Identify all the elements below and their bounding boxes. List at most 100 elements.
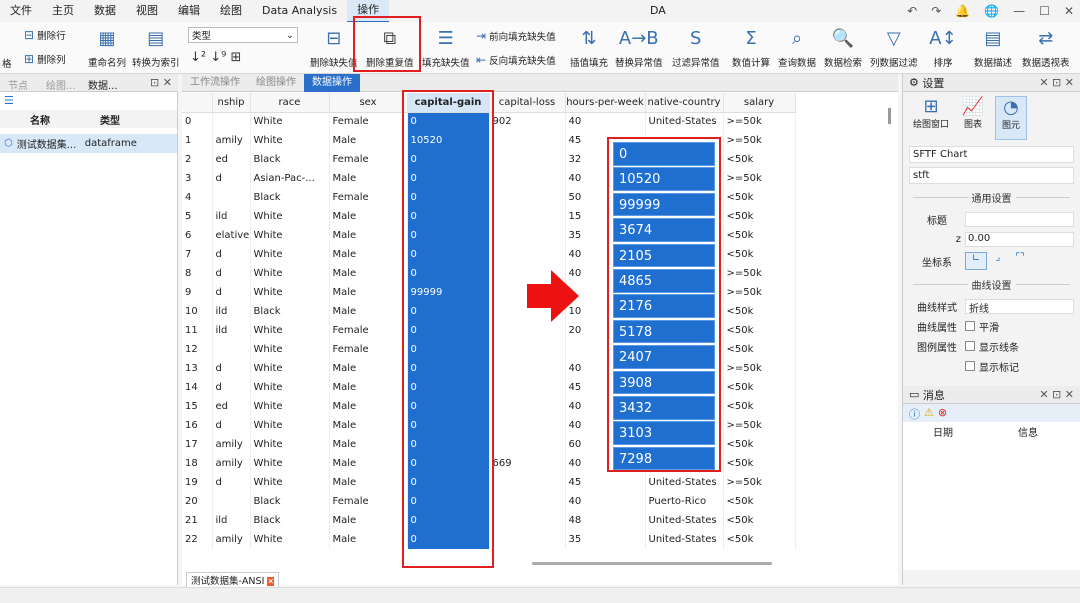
table-cell[interactable]: <50k xyxy=(723,302,796,321)
table-cell[interactable]: White xyxy=(250,359,330,378)
table-cell[interactable] xyxy=(489,473,566,492)
forward-fill-button[interactable]: ⇥ 前向填充缺失值 xyxy=(476,29,556,43)
tab-plot-ops[interactable]: 绘图操作 xyxy=(248,74,304,92)
maximize-icon[interactable]: ☐ xyxy=(1039,0,1050,22)
table-cell[interactable]: amily xyxy=(212,530,251,549)
menu-data-analysis[interactable]: Data Analysis xyxy=(252,0,347,22)
table-cell[interactable]: White xyxy=(250,226,330,245)
table-cell[interactable]: Male xyxy=(329,169,408,188)
column-header-2[interactable]: sex xyxy=(329,93,408,113)
sort-icons[interactable]: ↓² ↓⁹ ⊞ xyxy=(190,50,241,65)
tab-plot-window[interactable]: ⊞ 绘图窗口 xyxy=(911,96,951,140)
delete-row-button[interactable]: ⊟ 删除行 xyxy=(24,28,66,42)
warning-icon[interactable]: ⚠ xyxy=(924,406,934,420)
table-cell[interactable]: 45 xyxy=(565,473,646,492)
curve-style-select[interactable]: 折线 xyxy=(965,298,1074,315)
table-cell[interactable]: 17 xyxy=(182,435,213,454)
horizontal-scrollbar[interactable] xyxy=(532,562,772,565)
table-cell[interactable] xyxy=(489,340,566,359)
axis-lower-left-icon[interactable]: ∟ xyxy=(965,252,987,270)
table-cell[interactable]: >=50k xyxy=(723,283,796,302)
table-cell[interactable]: 16 xyxy=(182,416,213,435)
table-cell[interactable]: 19 xyxy=(182,473,213,492)
table-cell[interactable] xyxy=(489,321,566,340)
table-cell[interactable]: >=50k xyxy=(723,359,796,378)
panel-controls-icon[interactable]: ✕ ⊡ ✕ xyxy=(1039,388,1074,401)
axis-lower-right-icon[interactable]: ⌟ xyxy=(987,252,1009,270)
table-cell[interactable]: 21 xyxy=(182,511,213,530)
info-icon[interactable]: ⓘ xyxy=(909,406,920,421)
table-cell[interactable]: White xyxy=(250,454,330,473)
table-cell[interactable]: White xyxy=(250,340,330,359)
panel-controls-icon[interactable]: ✕ ⊡ ✕ xyxy=(1039,76,1074,89)
dataset-item[interactable]: ⬡ 测试数据集... dataframe xyxy=(0,134,177,153)
table-cell[interactable]: White xyxy=(250,378,330,397)
backward-fill-button[interactable]: ⇤ 反向填充缺失值 xyxy=(476,53,556,67)
interpolate-button[interactable]: ⇅ 插值填充 xyxy=(570,25,608,70)
list-view-icon[interactable]: ☰ xyxy=(0,92,177,110)
table-cell[interactable]: 12 xyxy=(182,340,213,359)
table-cell[interactable]: d xyxy=(212,169,251,188)
table-cell[interactable] xyxy=(489,188,566,207)
table-cell[interactable]: 40 xyxy=(565,112,646,131)
table-cell[interactable]: 7 xyxy=(182,245,213,264)
table-cell[interactable]: Male xyxy=(329,226,408,245)
table-cell[interactable]: Female xyxy=(329,112,408,131)
table-cell[interactable]: ed xyxy=(212,150,251,169)
pivot-table-button[interactable]: ⇄ 数据透视表 xyxy=(1022,25,1070,70)
table-cell[interactable]: 11 xyxy=(182,321,213,340)
table-cell[interactable]: United-States xyxy=(645,530,724,549)
menu-home[interactable]: 主页 xyxy=(42,0,84,22)
table-cell[interactable]: amily xyxy=(212,435,251,454)
table-cell[interactable]: Black xyxy=(250,302,330,321)
table-cell[interactable]: 15 xyxy=(182,397,213,416)
convert-index-button[interactable]: ▤ 转换为索引 xyxy=(132,25,180,70)
table-cell[interactable]: White xyxy=(250,207,330,226)
table-cell[interactable]: Male xyxy=(329,245,408,264)
chart-name-field[interactable]: SFTF Chart xyxy=(909,146,1074,163)
table-cell[interactable] xyxy=(489,530,566,549)
table-cell[interactable] xyxy=(212,492,251,511)
table-cell[interactable]: White xyxy=(250,321,330,340)
table-cell[interactable] xyxy=(489,226,566,245)
table-cell[interactable]: d xyxy=(212,359,251,378)
table-cell[interactable]: <50k xyxy=(723,245,796,264)
table-cell[interactable]: Black xyxy=(250,188,330,207)
show-line-checkbox[interactable] xyxy=(965,341,975,351)
pin-icon[interactable]: ⊡ ✕ xyxy=(150,76,172,89)
sort-button[interactable]: A↕ 排序 xyxy=(929,25,956,70)
table-cell[interactable] xyxy=(489,511,566,530)
table-cell[interactable]: Black xyxy=(250,492,330,511)
table-cell[interactable]: 14 xyxy=(182,378,213,397)
table-cell[interactable]: <50k xyxy=(723,397,796,416)
table-cell[interactable]: Female xyxy=(329,340,408,359)
table-cell[interactable]: 40 xyxy=(565,492,646,511)
table-cell[interactable]: Black xyxy=(250,150,330,169)
table-cell[interactable]: >=50k xyxy=(723,264,796,283)
table-cell[interactable]: Male xyxy=(329,473,408,492)
table-cell[interactable]: Male xyxy=(329,131,408,150)
table-cell[interactable]: United-States xyxy=(645,112,724,131)
rename-column-button[interactable]: ▦ 重命名列 xyxy=(88,25,126,70)
tab-plots[interactable]: 绘图... xyxy=(46,77,76,92)
table-cell[interactable] xyxy=(489,169,566,188)
show-marker-checkbox[interactable] xyxy=(965,361,975,371)
table-cell[interactable] xyxy=(489,131,566,150)
table-cell[interactable]: Female xyxy=(329,321,408,340)
vertical-scrollbar[interactable] xyxy=(888,108,891,124)
table-cell[interactable]: ild xyxy=(212,302,251,321)
table-cell[interactable] xyxy=(489,397,566,416)
table-cell[interactable]: 3 xyxy=(182,169,213,188)
table-cell[interactable] xyxy=(489,359,566,378)
table-cell[interactable]: Asian-Pac-... xyxy=(250,169,330,188)
undo-icon[interactable]: ↶ xyxy=(907,0,917,22)
menu-edit[interactable]: 编辑 xyxy=(168,0,210,22)
table-cell[interactable] xyxy=(489,245,566,264)
table-cell[interactable]: White xyxy=(250,264,330,283)
table-cell[interactable]: <50k xyxy=(723,435,796,454)
table-cell[interactable]: United-States xyxy=(645,473,724,492)
table-cell[interactable]: amily xyxy=(212,131,251,150)
close-icon[interactable]: ✕ xyxy=(1064,0,1074,22)
table-cell[interactable]: d xyxy=(212,416,251,435)
table-cell[interactable] xyxy=(489,378,566,397)
